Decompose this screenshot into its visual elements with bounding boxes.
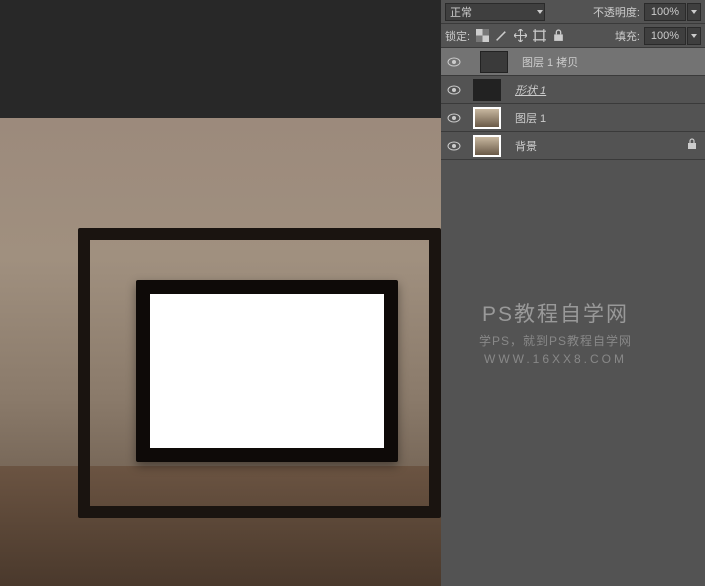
opacity-label: 不透明度:	[593, 4, 640, 20]
layer-name-label[interactable]: 背景	[515, 138, 537, 154]
lock-label: 锁定:	[445, 28, 470, 44]
watermark-subtitle: 学PS，就到PS教程自学网	[479, 332, 632, 349]
lock-pixels-icon[interactable]	[495, 29, 508, 42]
visibility-toggle[interactable]	[441, 57, 467, 67]
layer-thumbnail[interactable]	[474, 51, 514, 73]
visibility-toggle[interactable]	[441, 141, 467, 151]
chevron-down-icon	[536, 8, 544, 16]
layer-item[interactable]: 背景	[441, 132, 705, 160]
layer-thumbnail[interactable]	[467, 79, 507, 101]
blend-mode-value: 正常	[450, 4, 472, 20]
visibility-toggle[interactable]	[441, 113, 467, 123]
inner-picture-frame	[136, 280, 398, 462]
blend-mode-select[interactable]: 正常	[445, 3, 545, 21]
layers-panel: 正常 不透明度: 100% 锁定:	[441, 0, 705, 586]
fill-value[interactable]: 100%	[644, 27, 686, 45]
watermark-title: PS教程自学网	[479, 298, 632, 328]
layer-thumbnail[interactable]	[467, 135, 507, 157]
lock-icon	[687, 138, 697, 153]
fill-label: 填充:	[615, 28, 640, 44]
layer-item[interactable]: 图层 1	[441, 104, 705, 132]
watermark: PS教程自学网 学PS，就到PS教程自学网 WWW.16XX8.COM	[479, 298, 632, 366]
lock-transparency-icon[interactable]	[476, 29, 489, 42]
lock-all-icon[interactable]	[552, 29, 565, 42]
watermark-url: WWW.16XX8.COM	[479, 352, 632, 366]
layer-item[interactable]: 图层 1 拷贝	[441, 48, 705, 76]
lock-artboard-icon[interactable]	[533, 29, 546, 42]
layer-name-label[interactable]: 图层 1 拷贝	[522, 54, 578, 70]
lock-position-icon[interactable]	[514, 29, 527, 42]
layer-name-label[interactable]: 图层 1	[515, 110, 546, 126]
opacity-dropdown-button[interactable]	[687, 3, 701, 21]
layer-thumbnail[interactable]	[467, 107, 507, 129]
canvas-area[interactable]	[0, 0, 441, 586]
visibility-toggle[interactable]	[441, 85, 467, 95]
fill-dropdown-button[interactable]	[687, 27, 701, 45]
layer-name-label[interactable]: 形状 1	[515, 82, 546, 98]
layer-item[interactable]: 形状 1	[441, 76, 705, 104]
opacity-value[interactable]: 100%	[644, 3, 686, 21]
canvas-image	[0, 118, 441, 586]
